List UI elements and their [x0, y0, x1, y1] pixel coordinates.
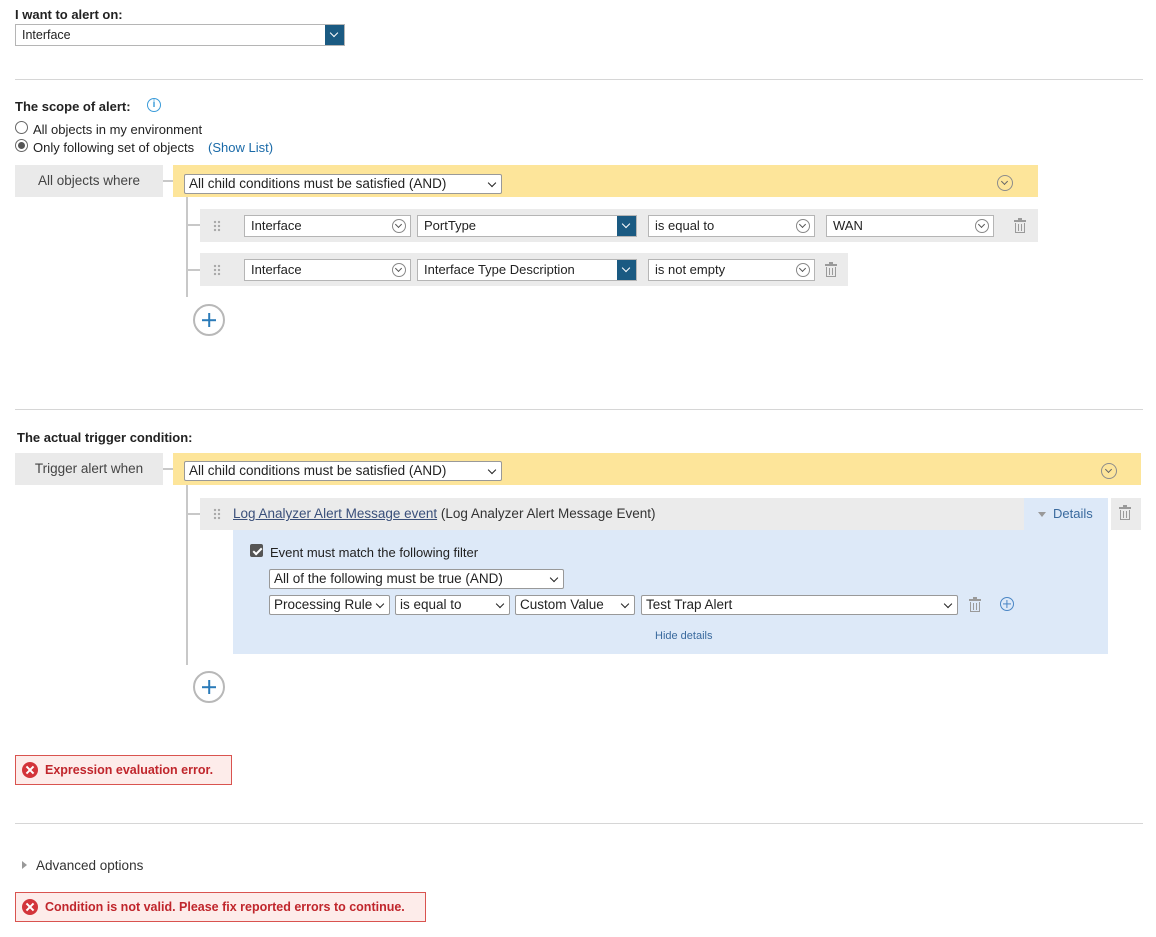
chevron-down-icon — [620, 599, 630, 609]
connector — [188, 513, 200, 515]
condition-object-select[interactable]: Interface — [244, 259, 411, 281]
drag-handle-icon[interactable] — [213, 264, 221, 276]
add-condition-icon[interactable] — [193, 304, 225, 336]
collapse-toggle-icon[interactable] — [997, 175, 1013, 191]
condition-field-value: Interface Type Description — [424, 262, 575, 277]
expression-error-text: Expression evaluation error. — [45, 763, 214, 777]
caret-right-icon[interactable] — [22, 861, 27, 869]
expression-error-box: Expression evaluation error. — [15, 755, 232, 785]
filter-value-value: Test Trap Alert — [646, 597, 733, 612]
scope-group-operator-value: All child conditions must be satisfied (… — [189, 176, 447, 191]
condition-object-value: Interface — [251, 218, 302, 233]
trash-icon[interactable] — [969, 597, 981, 612]
info-icon[interactable]: i — [147, 98, 161, 112]
filter-checkbox[interactable] — [250, 544, 263, 557]
divider — [15, 823, 1143, 824]
trigger-group-operator-value: All child conditions must be satisfied (… — [189, 463, 447, 478]
add-filter-icon[interactable] — [1000, 597, 1014, 611]
filter-value-select[interactable]: Test Trap Alert — [641, 595, 958, 615]
condition-field-select[interactable]: Interface Type Description — [417, 259, 637, 281]
details-toggle[interactable]: Details — [1024, 498, 1108, 530]
alert-on-label: I want to alert on: — [15, 7, 123, 22]
scope-all-label[interactable]: All objects in my environment — [33, 122, 202, 137]
trash-icon[interactable] — [1119, 505, 1131, 520]
condition-operator-value: is equal to — [655, 218, 715, 233]
scope-group-operator-select[interactable]: All child conditions must be satisfied (… — [184, 174, 502, 194]
filter-operator2-select[interactable]: is equal to — [395, 595, 510, 615]
chevron-down-icon — [487, 465, 497, 475]
event-link[interactable]: Log Analyzer Alert Message event — [233, 506, 437, 521]
connector — [163, 468, 173, 470]
scope-label: The scope of alert: — [15, 99, 131, 114]
trash-icon[interactable] — [825, 262, 837, 277]
condition-value-select[interactable]: WAN — [826, 215, 994, 237]
filter-value-type-select[interactable]: Custom Value — [515, 595, 635, 615]
chevron-down-icon — [617, 260, 636, 280]
chevron-down-icon — [549, 573, 559, 583]
event-suffix: (Log Analyzer Alert Message Event) — [440, 506, 656, 521]
chevron-down-icon — [375, 599, 385, 609]
trigger-label: The actual trigger condition: — [17, 430, 193, 445]
divider — [15, 409, 1143, 410]
drag-handle-icon[interactable] — [213, 508, 221, 520]
condition-operator-select[interactable]: is not empty — [648, 259, 815, 281]
show-list-link[interactable]: (Show List) — [208, 140, 273, 155]
details-label: Details — [1053, 506, 1093, 521]
error-icon — [22, 899, 38, 915]
filter-operator2-value: is equal to — [400, 597, 462, 612]
condition-operator-value: is not empty — [655, 262, 726, 277]
drag-handle-icon[interactable] — [213, 220, 221, 232]
caret-down-icon — [1038, 512, 1046, 517]
scope-following-label[interactable]: Only following set of objects — [33, 140, 194, 155]
condition-object-select[interactable]: Interface — [244, 215, 411, 237]
add-trigger-condition-icon[interactable] — [193, 671, 225, 703]
scope-group-label: All objects where — [15, 165, 163, 197]
condition-object-value: Interface — [251, 262, 302, 277]
connector — [163, 180, 173, 182]
chevron-down-icon — [943, 599, 953, 609]
condition-value-value: WAN — [833, 218, 863, 233]
chevron-down-icon — [392, 219, 406, 233]
filter-operator-select[interactable]: All of the following must be true (AND) — [269, 569, 564, 589]
filter-operator-value: All of the following must be true (AND) — [274, 571, 503, 586]
filter-value-type-value: Custom Value — [520, 597, 604, 612]
condition-error-text: Condition is not valid. Please fix repor… — [45, 900, 405, 914]
condition-field-value: PortType — [424, 218, 477, 233]
condition-operator-select[interactable]: is equal to — [648, 215, 815, 237]
alert-on-value: Interface — [22, 28, 71, 42]
chevron-down-icon — [495, 599, 505, 609]
chevron-down-icon — [796, 219, 810, 233]
condition-field-select[interactable]: PortType — [417, 215, 637, 237]
divider — [15, 79, 1143, 80]
error-icon — [22, 762, 38, 778]
event-title: Log Analyzer Alert Message event (Log An… — [233, 506, 656, 521]
connector — [188, 269, 200, 271]
chevron-down-icon — [796, 263, 810, 277]
collapse-toggle-icon[interactable] — [1101, 463, 1117, 479]
chevron-down-icon — [617, 216, 636, 236]
chevron-down-icon — [392, 263, 406, 277]
filter-field-value: Processing Rule — [274, 597, 373, 612]
hide-details-link[interactable]: Hide details — [655, 630, 712, 642]
chevron-down-icon — [975, 219, 989, 233]
trigger-group-operator-select[interactable]: All child conditions must be satisfied (… — [184, 461, 502, 481]
filter-field-select[interactable]: Processing Rule — [269, 595, 390, 615]
trash-icon[interactable] — [1014, 218, 1026, 233]
connector — [188, 224, 200, 226]
chevron-down-icon — [325, 25, 344, 45]
advanced-options-toggle[interactable]: Advanced options — [36, 858, 143, 873]
tree-line — [186, 485, 188, 665]
scope-following-radio[interactable] — [15, 139, 28, 152]
scope-all-radio[interactable] — [15, 121, 28, 134]
chevron-down-icon — [487, 178, 497, 188]
condition-error-box: Condition is not valid. Please fix repor… — [15, 892, 426, 922]
alert-on-select[interactable]: Interface — [15, 24, 345, 46]
filter-checkbox-label[interactable]: Event must match the following filter — [270, 545, 478, 560]
trigger-group-label: Trigger alert when — [15, 453, 163, 485]
tree-line — [186, 197, 188, 297]
